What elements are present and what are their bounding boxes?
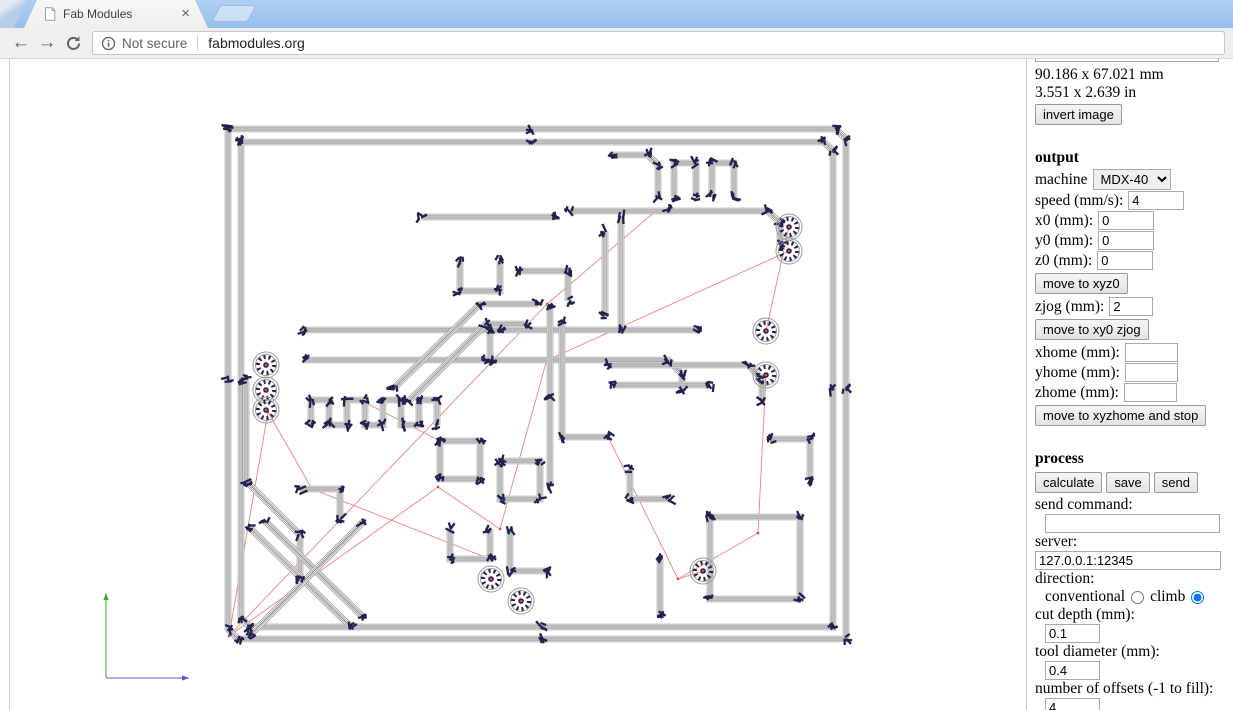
dimensions-in: 3.551 x 2.639 in (1035, 84, 1137, 101)
browser-toolbar: ← → Not secure fabmodules.org (0, 28, 1233, 59)
send-button[interactable]: send (1153, 472, 1198, 493)
move-to-xyz0-button[interactable]: move to xyz0 (1035, 273, 1128, 294)
server-label: server: (1035, 533, 1078, 550)
yhome-label: yhome (mm): (1035, 363, 1120, 381)
z0-label: z0 (mm): (1035, 251, 1093, 269)
cut-depth-input[interactable] (1045, 624, 1100, 643)
zhome-label: zhome (mm): (1035, 383, 1119, 401)
page-content: 90.186 x 67.021 mm 3.551 x 2.639 in inve… (0, 59, 1233, 710)
x0-label: x0 (mm): (1035, 211, 1094, 229)
info-icon[interactable] (101, 36, 116, 51)
tab-close-icon[interactable]: × (181, 7, 190, 21)
conventional-label: conventional (1045, 588, 1126, 605)
toolpath-canvas[interactable] (9, 59, 1026, 710)
process-heading: process (1035, 450, 1084, 467)
tool-diameter-label: tool diameter (mm): (1035, 643, 1160, 660)
machine-select[interactable]: MDX-40 (1092, 169, 1171, 190)
tab-title: Fab Modules (63, 7, 133, 21)
direction-label: direction: (1035, 570, 1095, 587)
calculate-button[interactable]: calculate (1035, 472, 1103, 493)
browser-tab[interactable]: Fab Modules × (24, 0, 208, 28)
dimensions-mm: 90.186 x 67.021 mm (1035, 66, 1164, 83)
send-command-label: send command: (1035, 496, 1133, 513)
y0-label: y0 (mm): (1035, 231, 1094, 249)
z0-input[interactable] (1097, 251, 1154, 270)
xhome-input[interactable] (1124, 343, 1178, 362)
reload-button-icon[interactable] (60, 30, 86, 56)
xhome-label: xhome (mm): (1035, 343, 1120, 361)
zjog-label: zjog (mm): (1035, 297, 1105, 315)
clipped-input-above[interactable] (1035, 59, 1219, 62)
offsets-input[interactable] (1045, 698, 1100, 710)
omnibox-divider (197, 35, 199, 51)
back-button-icon[interactable]: ← (8, 30, 34, 56)
address-bar[interactable]: Not secure fabmodules.org (92, 31, 1225, 55)
zhome-input[interactable] (1123, 383, 1177, 402)
save-button[interactable]: save (1106, 472, 1150, 493)
x0-input[interactable] (1098, 211, 1155, 230)
server-input[interactable] (1035, 551, 1221, 570)
speed-input[interactable] (1128, 191, 1185, 210)
climb-label: climb (1150, 588, 1186, 605)
direction-climb-radio[interactable] (1191, 590, 1205, 604)
page-favicon-icon (44, 7, 56, 21)
settings-panel: 90.186 x 67.021 mm 3.551 x 2.639 in inve… (1026, 59, 1233, 710)
speed-label: speed (mm/s): (1035, 191, 1124, 209)
new-tab-button[interactable] (211, 5, 257, 22)
forward-button-icon[interactable]: → (34, 30, 60, 56)
move-to-xy0-zjog-button[interactable]: move to xy0 zjog (1035, 319, 1149, 340)
offsets-label: number of offsets (-1 to fill): (1035, 680, 1214, 697)
tool-diameter-input[interactable] (1045, 661, 1100, 680)
direction-conventional-radio[interactable] (1131, 590, 1145, 604)
send-command-input[interactable] (1045, 514, 1220, 533)
machine-label: machine (1035, 170, 1088, 188)
tab-strip: Fab Modules × (0, 0, 1233, 28)
move-to-xyzhome-button[interactable]: move to xyzhome and stop (1035, 405, 1207, 426)
invert-image-button[interactable]: invert image (1035, 104, 1122, 125)
zjog-input[interactable] (1109, 297, 1154, 316)
output-heading: output (1035, 149, 1079, 166)
window-edge-decoration (0, 0, 29, 28)
y0-input[interactable] (1098, 231, 1155, 250)
cut-depth-label: cut depth (mm): (1035, 606, 1135, 623)
yhome-input[interactable] (1124, 363, 1178, 382)
security-label: Not secure (122, 35, 188, 51)
url-text[interactable]: fabmodules.org (208, 35, 305, 51)
